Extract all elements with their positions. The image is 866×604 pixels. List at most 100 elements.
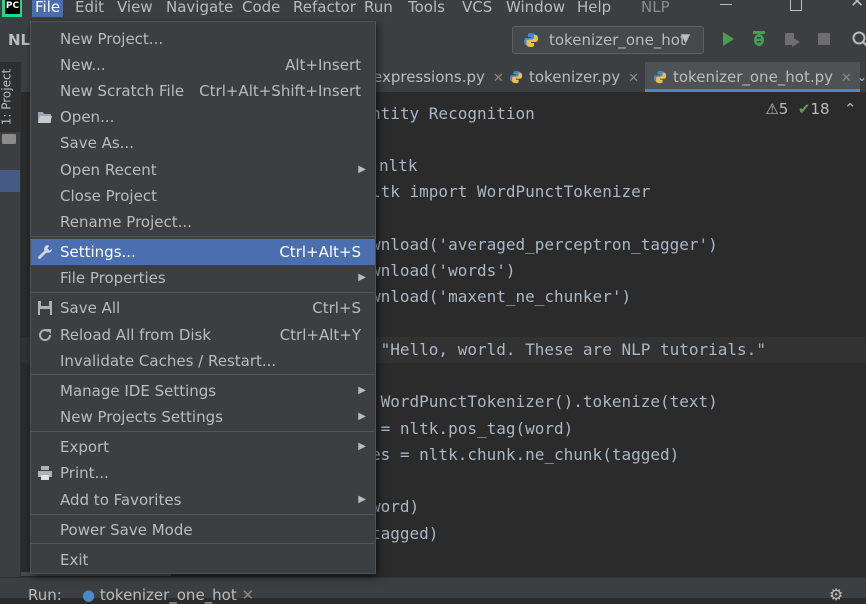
printer-icon bbox=[38, 466, 52, 480]
submenu-arrow-icon: ▶ bbox=[358, 385, 366, 396]
submenu-arrow-icon: ▶ bbox=[358, 411, 366, 422]
debug-icon[interactable] bbox=[750, 30, 768, 48]
window-title: NLP bbox=[641, 0, 670, 16]
search-icon[interactable] bbox=[851, 30, 866, 48]
menu-item-new-project[interactable]: New Project... bbox=[31, 26, 375, 52]
menu-item-rename-project[interactable]: Rename Project... bbox=[31, 209, 375, 235]
run-icon[interactable] bbox=[719, 30, 737, 48]
warning-count: 5 bbox=[778, 100, 789, 118]
menu-item-save-all[interactable]: Save All Ctrl+S bbox=[31, 295, 375, 321]
python-file-icon bbox=[509, 70, 523, 84]
menu-item-close-project[interactable]: Close Project bbox=[31, 183, 375, 209]
menu-item-manage-ide-settings[interactable]: Manage IDE Settings ▶ bbox=[31, 378, 375, 404]
ok-count: 18 bbox=[810, 100, 830, 118]
menu-separator bbox=[31, 374, 375, 375]
menu-item-open-recent[interactable]: Open Recent ▶ bbox=[31, 157, 375, 183]
menu-help[interactable]: Help bbox=[574, 0, 614, 17]
save-icon bbox=[38, 301, 52, 315]
code-line: word) bbox=[371, 497, 420, 516]
menu-item-new[interactable]: New... Alt+Insert bbox=[31, 52, 375, 78]
file-menu-dropdown: New Project... New... Alt+Insert New Scra… bbox=[30, 21, 376, 574]
menu-bar: PC File Edit View Navigate Code Refactor… bbox=[0, 0, 866, 17]
menu-view[interactable]: View bbox=[114, 0, 156, 17]
code-line: wnload('averaged_perceptron_tagger') bbox=[371, 235, 718, 254]
menu-item-export[interactable]: Export ▶ bbox=[31, 434, 375, 460]
code-line: ntity Recognition bbox=[371, 104, 535, 123]
reload-icon bbox=[39, 329, 52, 342]
menu-item-exit[interactable]: Exit bbox=[31, 547, 375, 573]
python-file-icon bbox=[653, 70, 667, 84]
stop-icon[interactable] bbox=[815, 30, 833, 48]
close-tab-icon[interactable]: ✕ bbox=[841, 71, 852, 86]
wrench-icon bbox=[38, 245, 52, 259]
close-tab-icon[interactable]: ✕ bbox=[493, 71, 504, 86]
code-line: WordPunctTokenizer().tokenize(text) bbox=[371, 392, 718, 411]
code-line: ltk import WordPunctTokenizer bbox=[371, 182, 651, 201]
menu-item-settings[interactable]: Settings... Ctrl+Alt+S bbox=[31, 239, 375, 265]
menu-item-open[interactable]: Open... bbox=[31, 104, 375, 130]
inspection-widget[interactable]: ⚠5 ✔18 ⌃ bbox=[765, 100, 866, 120]
submenu-arrow-icon: ▶ bbox=[358, 441, 366, 452]
gear-icon[interactable]: ⚙ bbox=[829, 585, 843, 604]
project-name: NL bbox=[8, 31, 31, 49]
warning-icon: ⚠ bbox=[765, 100, 779, 118]
menu-item-save-as[interactable]: Save As... bbox=[31, 130, 375, 156]
menu-item-reload-all[interactable]: Reload All from Disk Ctrl+Alt+Y bbox=[31, 322, 375, 348]
code-line: = nltk.pos_tag(word) bbox=[371, 419, 574, 438]
menu-file[interactable]: File bbox=[32, 0, 64, 17]
project-tool-tab[interactable]: 1: Project bbox=[0, 62, 20, 132]
run-label: Run: bbox=[28, 586, 62, 604]
tab-tokenizer-one-hot[interactable]: tokenizer_one_hot.py ✕ bbox=[645, 62, 860, 92]
open-folder-icon bbox=[38, 112, 52, 123]
chevron-down-icon: ▼ bbox=[681, 31, 691, 45]
run-tab[interactable]: ● tokenizer_one_hot ✕ bbox=[82, 586, 254, 604]
prev-highlight-icon[interactable]: ⌃ bbox=[844, 100, 857, 118]
python-icon bbox=[524, 33, 538, 47]
close-tab-icon[interactable]: ✕ bbox=[628, 71, 639, 86]
menu-item-print[interactable]: Print... bbox=[31, 460, 375, 486]
folder-icon bbox=[2, 134, 16, 144]
python-icon: ● bbox=[82, 586, 96, 604]
tab-tokenizer[interactable]: tokenizer.py ✕ bbox=[509, 62, 639, 92]
close-window-icon[interactable]: ✕ bbox=[850, 0, 864, 11]
menu-separator bbox=[31, 431, 375, 432]
run-configuration-select[interactable]: tokenizer_one_hot ▼ bbox=[512, 26, 704, 54]
check-icon: ✔ bbox=[797, 100, 811, 118]
menu-item-file-properties[interactable]: File Properties ▶ bbox=[31, 265, 375, 291]
run-coverage-icon[interactable] bbox=[783, 30, 801, 48]
code-line: wnload('maxent_ne_chunker') bbox=[371, 287, 632, 306]
menu-item-new-scratch-file[interactable]: New Scratch File Ctrl+Alt+Shift+Insert bbox=[31, 78, 375, 104]
run-configuration-label: tokenizer_one_hot bbox=[549, 31, 686, 49]
menu-separator bbox=[31, 292, 375, 293]
menu-item-add-to-favorites[interactable]: Add to Favorites ▶ bbox=[31, 487, 375, 513]
code-line: nltk bbox=[379, 156, 418, 175]
menu-separator bbox=[31, 543, 375, 544]
maximize-icon[interactable] bbox=[790, 0, 802, 11]
menu-run[interactable]: Run bbox=[361, 0, 396, 17]
tab-expressions[interactable]: expressions.py ✕ bbox=[373, 62, 504, 92]
menu-window[interactable]: Window bbox=[503, 0, 568, 17]
minimize-icon[interactable] bbox=[720, 4, 732, 5]
menu-separator bbox=[31, 236, 375, 237]
menu-tools[interactable]: Tools bbox=[405, 0, 448, 17]
tabs-overflow-chevron-icon[interactable]: ⌄ bbox=[857, 62, 866, 92]
code-line: "Hello, world. These are NLP tutorials." bbox=[371, 340, 766, 359]
menu-item-invalidate-caches[interactable]: Invalidate Caches / Restart... bbox=[31, 348, 375, 374]
menu-item-new-projects-settings[interactable]: New Projects Settings ▶ bbox=[31, 404, 375, 430]
code-line: wnload('words') bbox=[371, 261, 516, 280]
run-tool-window-header: Run: ● tokenizer_one_hot ✕ ⚙ bbox=[0, 577, 866, 604]
code-line: es = nltk.chunk.ne_chunk(tagged) bbox=[371, 445, 680, 464]
menu-code[interactable]: Code bbox=[239, 0, 283, 17]
submenu-arrow-icon: ▶ bbox=[358, 272, 366, 283]
submenu-arrow-icon: ▶ bbox=[358, 164, 366, 175]
submenu-arrow-icon: ▶ bbox=[358, 494, 366, 505]
menu-item-power-save-mode[interactable]: Power Save Mode bbox=[31, 517, 375, 543]
menu-separator bbox=[31, 514, 375, 515]
pycharm-logo-icon: PC bbox=[2, 0, 22, 17]
menu-refactor[interactable]: Refactor bbox=[290, 0, 359, 17]
selection-marker bbox=[0, 170, 20, 192]
menu-edit[interactable]: Edit bbox=[72, 0, 107, 17]
menu-navigate[interactable]: Navigate bbox=[163, 0, 236, 17]
menu-vcs[interactable]: VCS bbox=[459, 0, 495, 17]
code-line: tagged) bbox=[371, 524, 439, 543]
